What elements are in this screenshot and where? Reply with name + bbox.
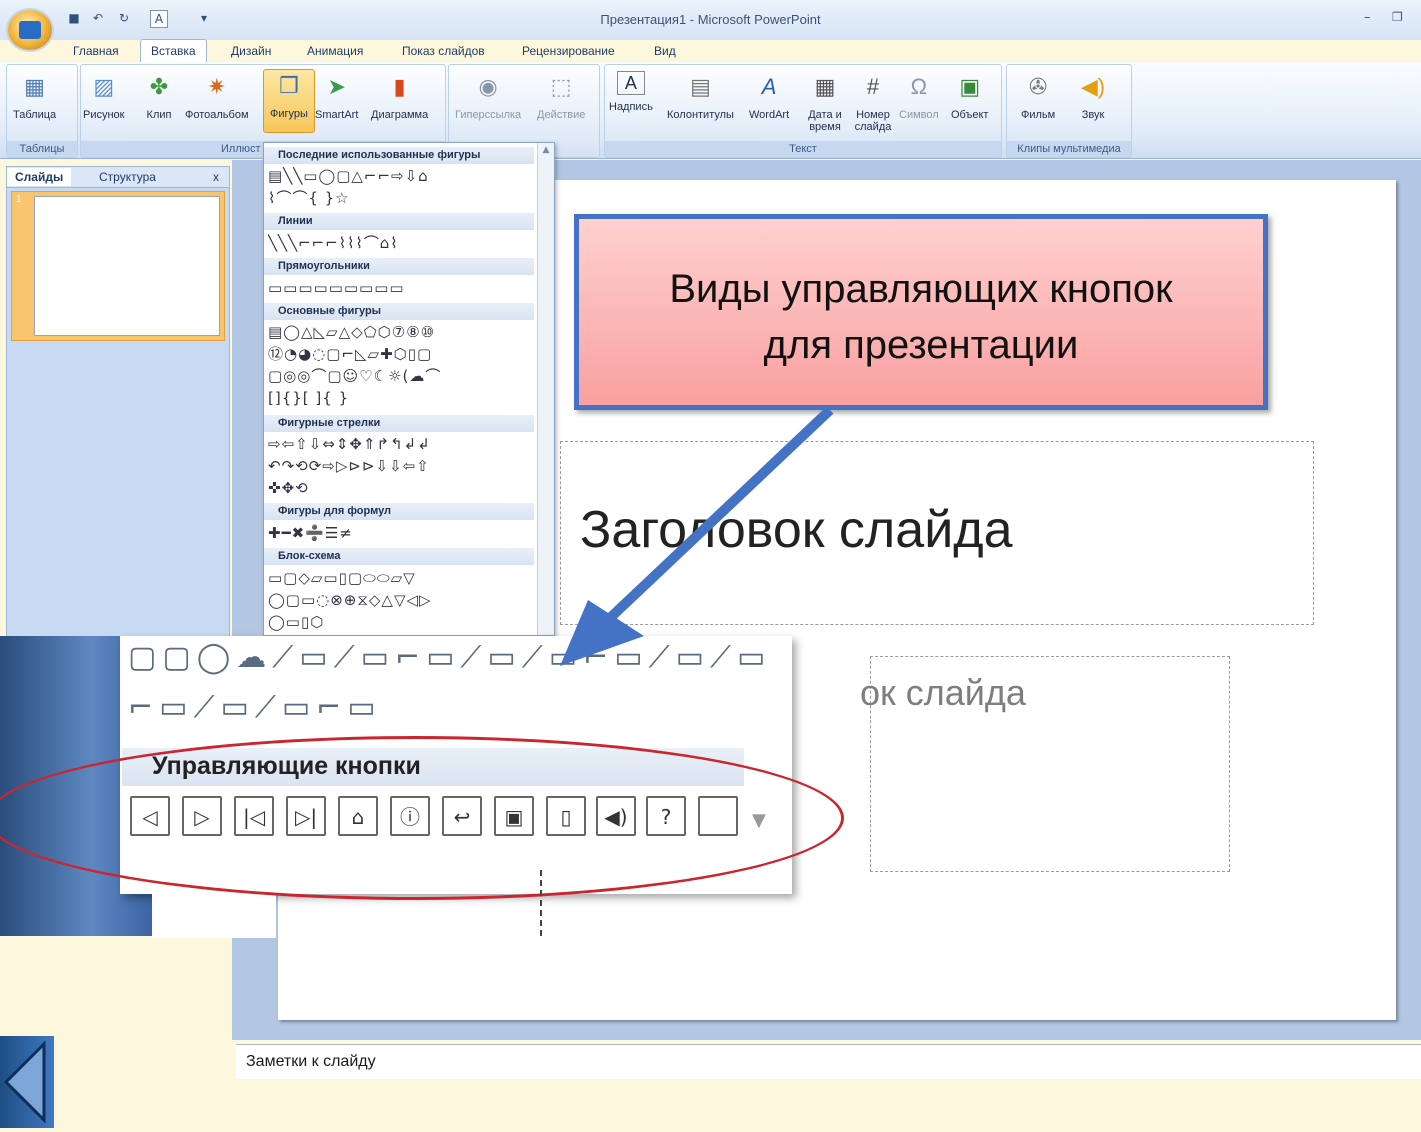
back-nav-button[interactable] [0, 1036, 54, 1128]
back-arrow-icon [3, 1040, 46, 1124]
arrow-head-icon [560, 600, 644, 666]
arrow-shaft [606, 406, 834, 622]
annotation-arrow [560, 406, 834, 666]
